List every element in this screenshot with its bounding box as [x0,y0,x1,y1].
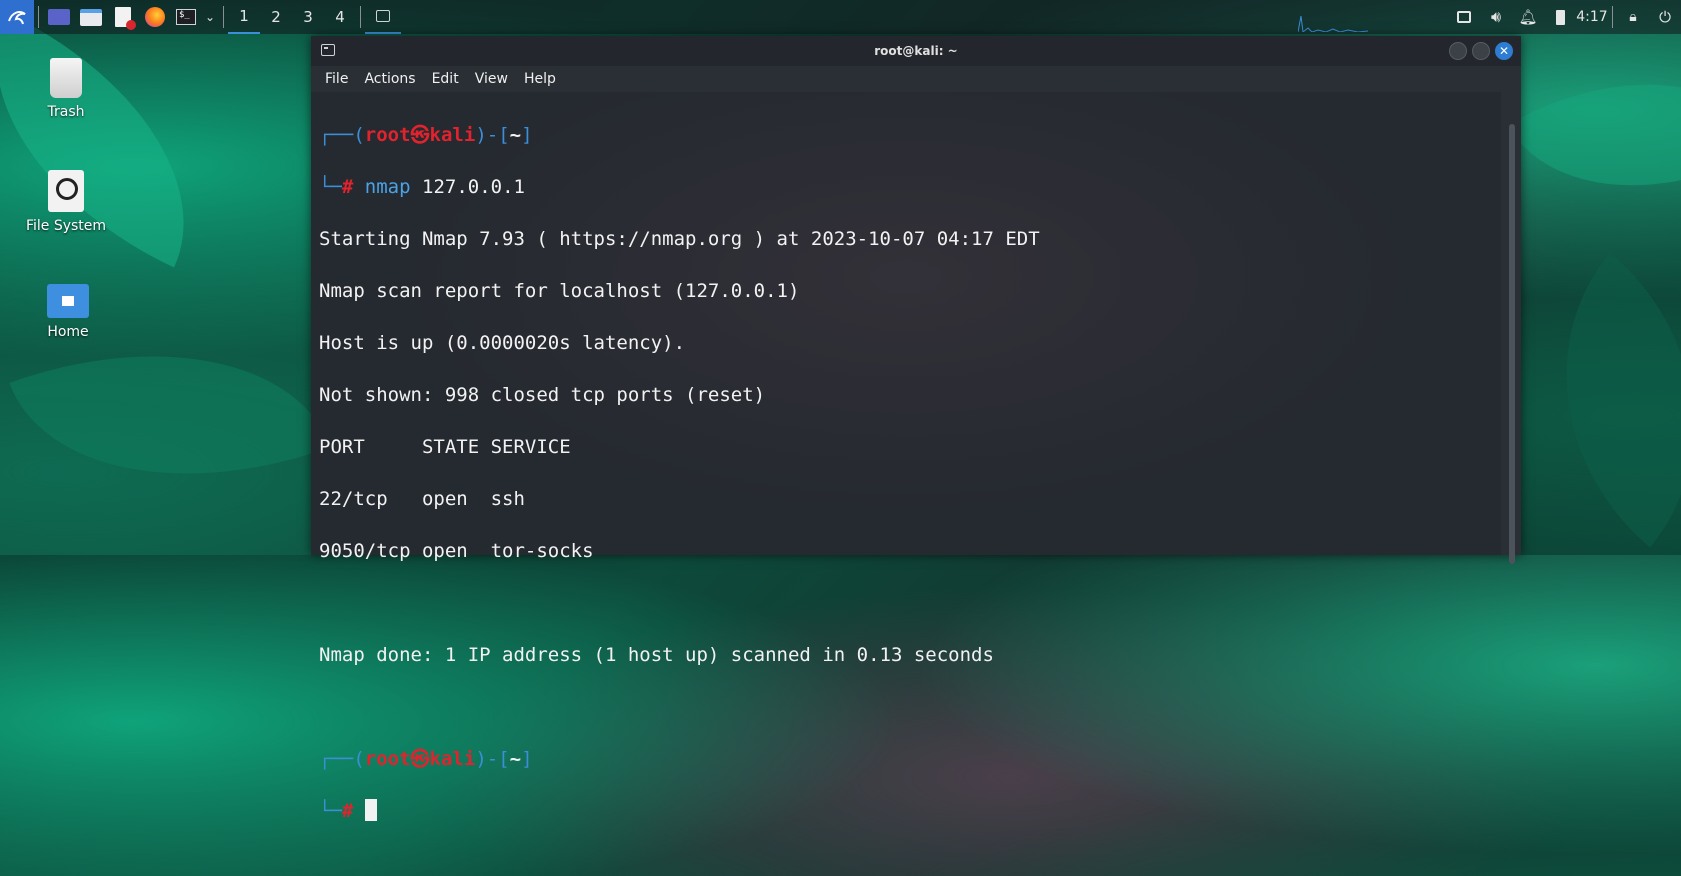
prompt-dir: ~ [509,748,522,770]
window-buttons: ✕ [1449,42,1513,60]
desktop-icon-label: Trash [47,104,85,120]
output-line: Host is up (0.0000020s latency). [319,332,686,354]
prompt-host: kali [429,124,476,146]
panel-separator [360,6,361,28]
workspace-4[interactable]: 4 [324,0,356,34]
minimize-button[interactable] [1449,42,1467,60]
notifications-button[interactable]: 🔔︎ [1512,0,1544,34]
cpu-graph [1297,14,1369,33]
input-line[interactable]: └─# [319,798,1493,824]
terminal-icon [376,10,390,22]
scrollbar-thumb[interactable] [1509,124,1515,564]
launcher-dropdown-button[interactable]: ⌄ [201,0,219,34]
logout-button[interactable]: ⏻ [1649,0,1681,34]
kali-dragon-icon [8,11,26,25]
output-line: Nmap done: 1 IP address (1 host up) scan… [319,644,994,666]
kali-menu-button[interactable] [0,0,34,34]
terminal-icon: $_ [176,9,196,25]
prompt-user: root [364,124,411,146]
menu-edit[interactable]: Edit [432,71,459,87]
show-desktop-icon [48,9,70,25]
prompt-host: kali [429,748,476,770]
panel-separator [38,6,39,28]
taskbar-terminal-window[interactable] [365,0,401,34]
battery-icon [1555,9,1565,25]
desktop-icon-trash[interactable]: Trash [11,58,121,120]
chevron-down-icon: ⌄ [204,10,216,24]
window-title: root@kali: ~ [874,44,958,58]
desktop-icon-home[interactable]: Home [13,284,123,340]
battery-button[interactable] [1544,0,1576,34]
menu-file[interactable]: File [325,71,348,87]
close-icon: ✕ [1498,44,1510,58]
menu-help[interactable]: Help [524,71,556,87]
system-tray: 🔊︎ 🔔︎ 4:17 🔒︎ ⏻ [1448,0,1681,34]
output-line: 9050/tcp open tor-socks [319,540,594,562]
terminal-window: root@kali: ~ ✕ File Actions Edit View He… [311,36,1521,822]
menu-actions[interactable]: Actions [364,71,415,87]
close-button[interactable]: ✕ [1495,42,1513,60]
network-button[interactable] [1448,0,1480,34]
prompt-line: ┌──(root㉿kali)-[~] [319,124,533,146]
hard-drive-icon [48,170,84,212]
output-line: Not shown: 998 closed tcp ports (reset) [319,384,766,406]
network-icon [1457,11,1471,23]
command-name: nmap [364,176,411,198]
top-panel: $_ ⌄ 1 2 3 4 🔊︎ 🔔︎ 4:17 🔒︎ ⏻ [0,0,1681,34]
home-folder-icon [47,284,89,318]
output-line: Starting Nmap 7.93 ( https://nmap.org ) … [319,228,1040,250]
show-desktop-button[interactable] [43,0,75,34]
firefox-button[interactable] [139,0,171,34]
scrollbar[interactable] [1509,92,1515,564]
lock-screen-button[interactable]: 🔒︎ [1617,0,1649,34]
panel-separator [223,6,224,28]
wallpaper-leaf [1507,15,1681,255]
desktop-icon-label: File System [25,218,107,234]
terminal-launcher-button[interactable]: $_ [171,0,201,34]
desktop-icon-label: Home [47,324,89,340]
desktop-icon-file-system[interactable]: File System [11,170,121,234]
workspace-3[interactable]: 3 [292,0,324,34]
power-icon: ⏻ [1659,8,1671,26]
text-editor-icon [115,7,136,30]
workspace-2[interactable]: 2 [260,0,292,34]
volume-icon: 🔊︎ [1490,7,1502,26]
panel-separator [1612,6,1613,28]
prompt-user: root [364,748,411,770]
command-line: └─# nmap 127.0.0.1 [319,176,525,198]
maximize-button[interactable] [1472,42,1490,60]
output-line: Nmap scan report for localhost (127.0.0.… [319,280,800,302]
menu-bar: File Actions Edit View Help [311,66,1521,92]
file-manager-button[interactable] [75,0,107,34]
lock-icon: 🔒︎ [1629,9,1637,25]
text-cursor [364,799,377,821]
prompt-line: ┌──(root㉿kali)-[~] [319,748,533,770]
bell-icon: 🔔︎ [1518,8,1538,26]
firefox-icon [145,7,165,27]
output-line: 22/tcp open ssh [319,488,525,510]
text-editor-button[interactable] [107,0,139,34]
trash-icon [50,58,82,98]
volume-button[interactable]: 🔊︎ [1480,0,1512,34]
clock[interactable]: 4:17 [1576,0,1608,34]
workspace-1[interactable]: 1 [228,0,260,34]
file-manager-icon [80,8,102,26]
output-line: PORT STATE SERVICE [319,436,571,458]
terminal-output[interactable]: ┌──(root㉿kali)-[~] └─# nmap 127.0.0.1 St… [311,92,1501,822]
command-args: 127.0.0.1 [410,176,525,198]
menu-view[interactable]: View [475,71,508,87]
window-titlebar[interactable]: root@kali: ~ ✕ [311,36,1521,66]
prompt-dir: ~ [509,124,522,146]
